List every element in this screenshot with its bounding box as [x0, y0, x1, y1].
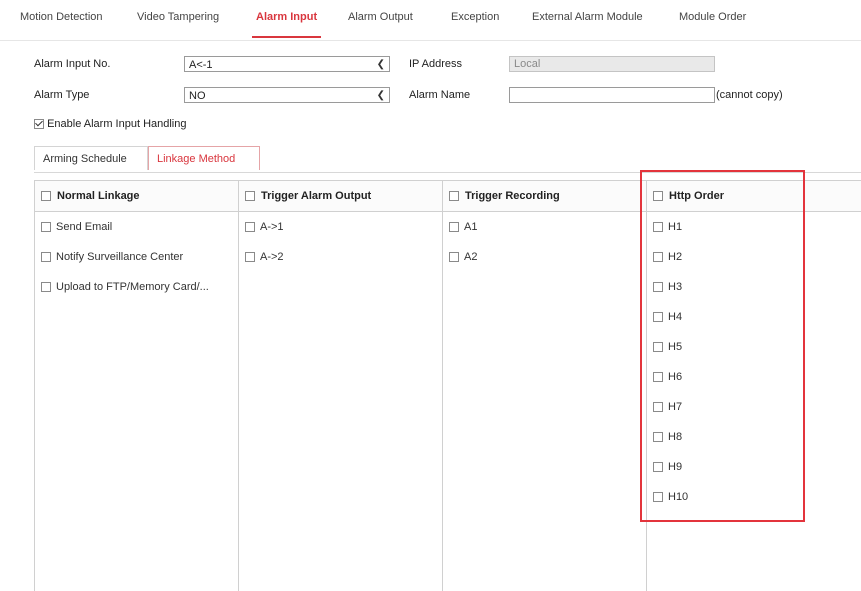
list-item[interactable]: A->1 [239, 212, 442, 242]
tab-module-order[interactable]: Module Order [679, 11, 746, 23]
enable-alarm-input-row[interactable]: Enable Alarm Input Handling [34, 118, 187, 130]
list-item[interactable]: H1 [647, 212, 861, 242]
record-a1-checkbox[interactable] [449, 222, 459, 233]
send-email-checkbox[interactable] [41, 222, 51, 233]
http-order-title: Http Order [669, 190, 724, 202]
trigger-recording-column: Trigger Recording A1 A2 [443, 180, 647, 591]
tab-alarm-input[interactable]: Alarm Input [251, 11, 322, 38]
list-item[interactable]: A->2 [239, 242, 442, 272]
tab-alarm-output[interactable]: Alarm Output [348, 11, 413, 23]
tab-arming-schedule[interactable]: Arming Schedule [34, 146, 148, 170]
list-item[interactable]: H9 [647, 452, 861, 482]
trigger-alarm-output-checkbox[interactable] [245, 191, 255, 202]
alarm-input-no-label: Alarm Input No. [34, 58, 111, 70]
h8-checkbox[interactable] [653, 432, 663, 443]
h10-label: H10 [668, 491, 689, 503]
h2-label: H2 [668, 251, 683, 263]
normal-linkage-title: Normal Linkage [57, 190, 140, 202]
alarm-name-field[interactable] [509, 87, 715, 103]
list-item[interactable]: H3 [647, 272, 861, 302]
alarm-type-value: NO [189, 90, 206, 102]
http-order-checkbox[interactable] [653, 191, 663, 202]
list-item[interactable]: Send Email [35, 212, 238, 242]
output-a2-checkbox[interactable] [245, 252, 255, 263]
http-order-header[interactable]: Http Order [647, 180, 861, 212]
enable-alarm-label: Enable Alarm Input Handling [47, 118, 187, 130]
ip-address-label: IP Address [409, 58, 462, 70]
trigger-alarm-output-header[interactable]: Trigger Alarm Output [239, 180, 442, 212]
h3-label: H3 [668, 281, 683, 293]
top-tab-bar: Motion Detection Video Tampering Alarm I… [0, 0, 861, 41]
list-item[interactable]: Upload to FTP/Memory Card/... [35, 272, 238, 302]
h4-label: H4 [668, 311, 683, 323]
alarm-name-label: Alarm Name [409, 89, 471, 101]
trigger-alarm-output-title: Trigger Alarm Output [261, 190, 372, 202]
record-a1-label: A1 [464, 221, 478, 233]
list-item[interactable]: H6 [647, 362, 861, 392]
ip-address-field: Local [509, 56, 715, 72]
list-item[interactable]: H7 [647, 392, 861, 422]
chevron-down-icon: ❮ [376, 90, 385, 101]
sub-tab-bar: Arming Schedule Linkage Method [34, 146, 861, 173]
h9-label: H9 [668, 461, 683, 473]
alarm-input-no-value: A<-1 [189, 59, 213, 71]
list-item[interactable]: H5 [647, 332, 861, 362]
send-email-label: Send Email [56, 221, 113, 233]
normal-linkage-header[interactable]: Normal Linkage [35, 180, 238, 212]
notify-center-checkbox[interactable] [41, 252, 51, 263]
h6-checkbox[interactable] [653, 372, 663, 383]
output-a1-checkbox[interactable] [245, 222, 255, 233]
enable-alarm-checkbox[interactable] [34, 119, 44, 130]
h7-label: H7 [668, 401, 683, 413]
output-a1-label: A->1 [260, 221, 284, 233]
list-item[interactable]: H4 [647, 302, 861, 332]
normal-linkage-column: Normal Linkage Send Email Notify Surveil… [35, 180, 239, 591]
chevron-down-icon: ❮ [376, 59, 385, 70]
tab-linkage-method[interactable]: Linkage Method [148, 146, 260, 170]
output-a2-label: A->2 [260, 251, 284, 263]
h1-label: H1 [668, 221, 683, 233]
h4-checkbox[interactable] [653, 312, 663, 323]
trigger-recording-title: Trigger Recording [465, 190, 560, 202]
upload-ftp-checkbox[interactable] [41, 282, 51, 293]
record-a2-checkbox[interactable] [449, 252, 459, 263]
list-item[interactable]: H8 [647, 422, 861, 452]
alarm-input-no-select[interactable]: A<-1 ❮ [184, 56, 390, 72]
h9-checkbox[interactable] [653, 462, 663, 473]
h5-checkbox[interactable] [653, 342, 663, 353]
h10-checkbox[interactable] [653, 492, 663, 503]
alarm-type-select[interactable]: NO ❮ [184, 87, 390, 103]
tab-video-tampering[interactable]: Video Tampering [137, 11, 219, 23]
list-item[interactable]: H10 [647, 482, 861, 512]
list-item[interactable]: H2 [647, 242, 861, 272]
list-item[interactable]: Notify Surveillance Center [35, 242, 238, 272]
list-item[interactable]: A1 [443, 212, 646, 242]
h7-checkbox[interactable] [653, 402, 663, 413]
h8-label: H8 [668, 431, 683, 443]
tab-motion-detection[interactable]: Motion Detection [20, 11, 103, 23]
h6-label: H6 [668, 371, 683, 383]
h1-checkbox[interactable] [653, 222, 663, 233]
notify-center-label: Notify Surveillance Center [56, 251, 184, 263]
trigger-recording-checkbox[interactable] [449, 191, 459, 202]
record-a2-label: A2 [464, 251, 478, 263]
trigger-alarm-output-column: Trigger Alarm Output A->1 A->2 [239, 180, 443, 591]
normal-linkage-checkbox[interactable] [41, 191, 51, 202]
alarm-type-label: Alarm Type [34, 89, 90, 101]
tab-external-alarm-module[interactable]: External Alarm Module [532, 11, 643, 23]
h2-checkbox[interactable] [653, 252, 663, 263]
upload-ftp-label: Upload to FTP/Memory Card/... [56, 281, 209, 293]
linkage-grid: Normal Linkage Send Email Notify Surveil… [34, 180, 861, 591]
http-order-column: Http Order H1 H2 H3 H4 H5 H6 H7 H8 H9 H1… [647, 180, 861, 591]
h5-label: H5 [668, 341, 683, 353]
trigger-recording-header[interactable]: Trigger Recording [443, 180, 646, 212]
tab-exception[interactable]: Exception [451, 11, 499, 23]
list-item[interactable]: A2 [443, 242, 646, 272]
h3-checkbox[interactable] [653, 282, 663, 293]
cannot-copy-note: (cannot copy) [716, 89, 783, 101]
